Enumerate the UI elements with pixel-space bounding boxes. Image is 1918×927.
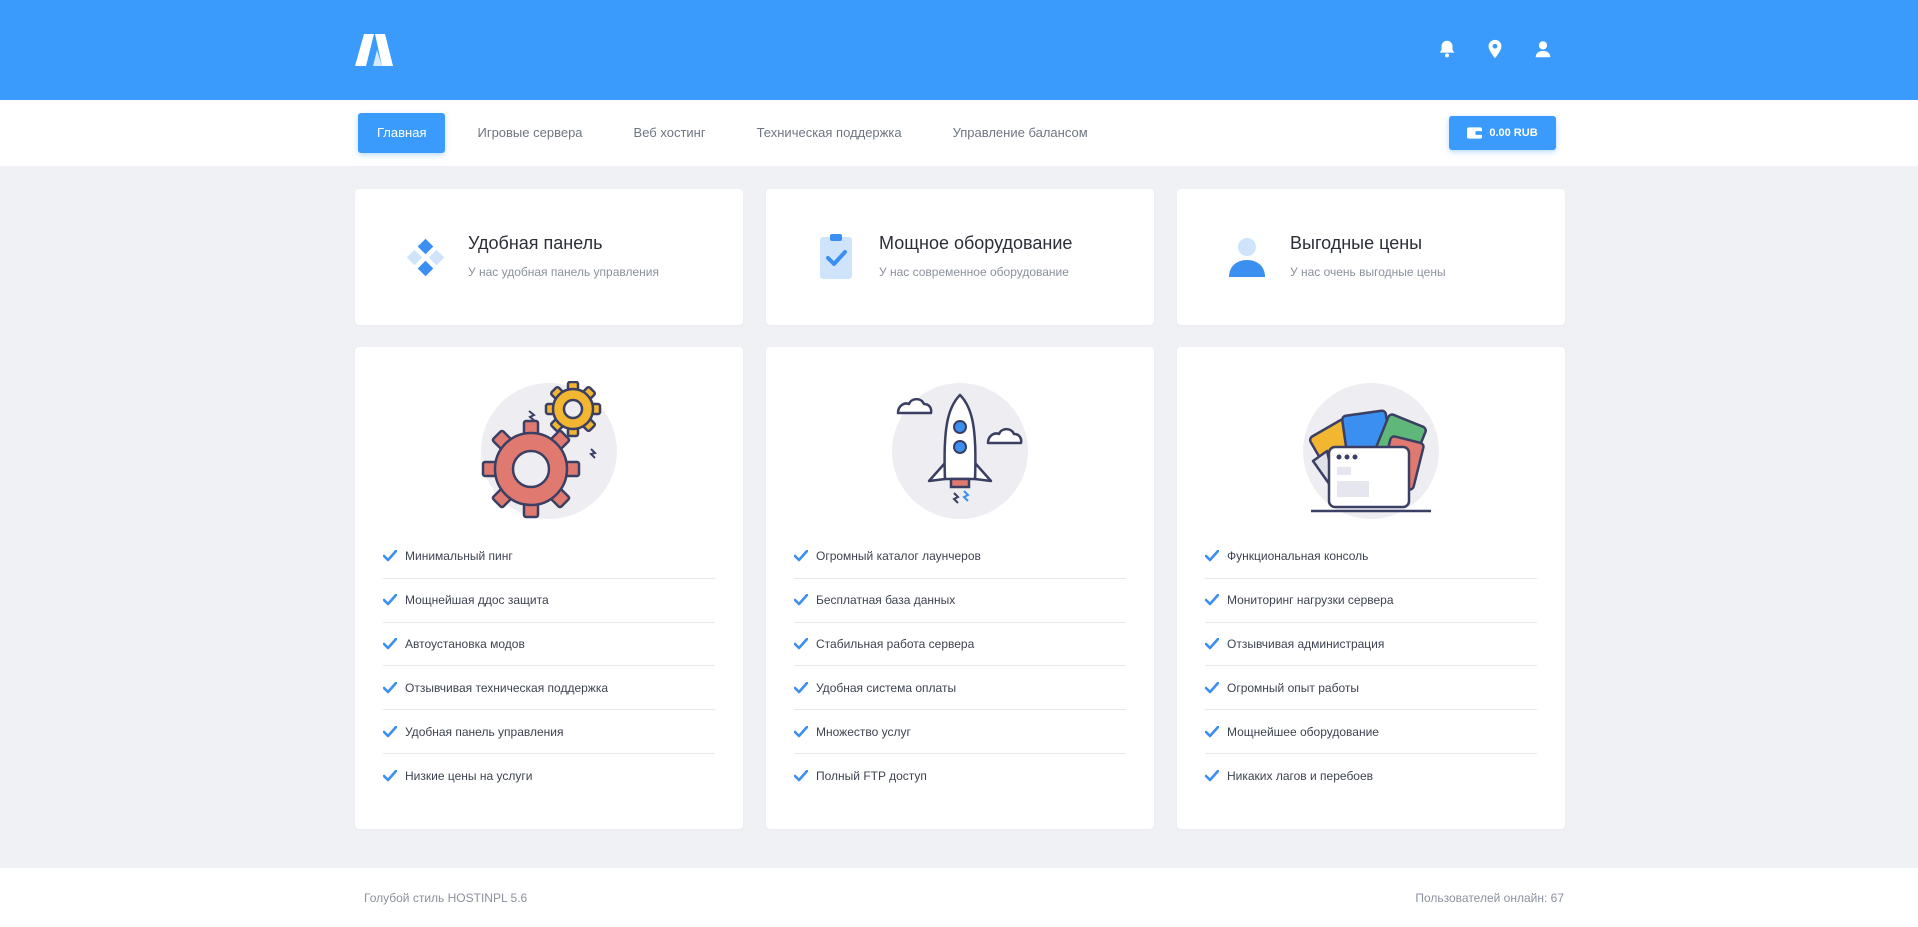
list-item-label: Бесплатная база данных bbox=[816, 593, 956, 608]
feature-list: Минимальный пинг Мощнейшая ддос защита А… bbox=[383, 535, 715, 798]
check-icon bbox=[794, 725, 808, 737]
check-icon bbox=[383, 637, 397, 650]
list-item-label: Низкие цены на услуги bbox=[405, 768, 533, 783]
list-item-label: Полный FTP доступ bbox=[816, 768, 927, 783]
list-item-label: Минимальный пинг bbox=[405, 549, 513, 564]
list-item-label: Множество услуг bbox=[816, 724, 911, 739]
feature-card-hardware: Мощное оборудование У нас современное об… bbox=[766, 189, 1154, 325]
feature-card-prices: Выгодные цены У нас очень выгодные цены bbox=[1177, 189, 1565, 325]
list-item-label: Отзывчивая техническая поддержка bbox=[405, 680, 609, 695]
footer-version: Голубой стиль HOSTINPL 5.6 bbox=[364, 891, 528, 905]
list-item: Удобная система оплаты bbox=[794, 666, 1126, 711]
nav-item-balance[interactable]: Управление балансом bbox=[934, 113, 1107, 153]
balance-amount: 0.00 RUB bbox=[1489, 127, 1538, 139]
plan-card-2: Огромный каталог лаунчеров Бесплатная ба… bbox=[766, 347, 1154, 829]
footer: Голубой стиль HOSTINPL 5.6 Пользователей… bbox=[0, 868, 1918, 927]
list-item-label: Отзывчивая администрация bbox=[1227, 636, 1385, 651]
list-item: Мониторинг нагрузки сервера bbox=[1205, 579, 1537, 623]
feature-subtitle: У нас удобная панель управления bbox=[468, 265, 659, 279]
check-icon bbox=[1205, 594, 1219, 606]
feature-list: Огромный каталог лаунчеров Бесплатная ба… bbox=[794, 535, 1126, 798]
plan-card-3: Функциональная консоль Мониторинг нагруз… bbox=[1177, 347, 1565, 829]
check-icon bbox=[383, 550, 397, 562]
check-icon bbox=[794, 550, 808, 562]
check-icon bbox=[1205, 725, 1219, 737]
list-item: Множество услуг bbox=[794, 710, 1126, 754]
wallet-icon bbox=[1467, 127, 1483, 139]
list-item: Низкие цены на услуги bbox=[383, 754, 715, 798]
nav-item-home[interactable]: Главная bbox=[358, 113, 446, 153]
list-item-label: Автоустановка модов bbox=[405, 636, 525, 651]
list-item-label: Функциональная консоль bbox=[1227, 549, 1369, 564]
list-item-label: Мониторинг нагрузки сервера bbox=[1227, 593, 1394, 608]
feature-title: Мощное оборудование bbox=[879, 233, 1073, 253]
top-header bbox=[0, 0, 1918, 100]
clipboard-check-icon bbox=[820, 234, 852, 279]
nav-item-support[interactable]: Техническая поддержка bbox=[738, 113, 921, 153]
nav-item-web-hosting[interactable]: Веб хостинг bbox=[615, 113, 725, 153]
gears-icon bbox=[481, 381, 617, 519]
feature-subtitle: У нас современное оборудование bbox=[879, 265, 1069, 279]
list-item-label: Огромный опыт работы bbox=[1227, 680, 1359, 695]
user-icon bbox=[1229, 238, 1265, 277]
list-item-label: Мощнейшая ддос защита bbox=[405, 593, 549, 608]
list-item: Никаких лагов и перебоев bbox=[1205, 754, 1537, 798]
list-item-label: Удобная панель управления bbox=[405, 724, 564, 739]
check-icon bbox=[1205, 637, 1219, 650]
list-item: Функциональная консоль bbox=[1205, 535, 1537, 579]
list-item: Удобная панель управления bbox=[383, 710, 715, 754]
bell-icon[interactable] bbox=[1436, 38, 1458, 60]
check-icon bbox=[1205, 550, 1219, 562]
list-item: Огромный каталог лаунчеров bbox=[794, 535, 1126, 579]
list-item: Отзывчивая администрация bbox=[1205, 623, 1537, 667]
list-item: Автоустановка модов bbox=[383, 623, 715, 667]
list-item-label: Мощнейшее оборудование bbox=[1227, 724, 1379, 739]
balance-button[interactable]: 0.00 RUB bbox=[1449, 116, 1556, 150]
feature-list: Функциональная консоль Мониторинг нагруз… bbox=[1205, 535, 1537, 798]
list-item: Бесплатная база данных bbox=[794, 579, 1126, 623]
list-item: Отзывчивая техническая поддержка bbox=[383, 666, 715, 711]
check-icon bbox=[794, 594, 808, 606]
list-item-label: Стабильная работа сервера bbox=[816, 636, 975, 651]
map-pin-icon[interactable] bbox=[1484, 38, 1506, 60]
logo-icon[interactable] bbox=[355, 34, 403, 66]
rocket-icon bbox=[892, 383, 1028, 519]
check-icon bbox=[383, 594, 397, 606]
feature-title: Выгодные цены bbox=[1290, 233, 1423, 253]
check-icon bbox=[383, 725, 397, 737]
list-item: Мощнейшая ддос защита bbox=[383, 579, 715, 623]
list-item: Стабильная работа сервера bbox=[794, 623, 1126, 667]
nav-item-game-servers[interactable]: Игровые сервера bbox=[458, 113, 601, 153]
check-icon bbox=[383, 769, 397, 782]
list-item-label: Удобная система оплаты bbox=[816, 680, 957, 695]
list-item: Минимальный пинг bbox=[383, 535, 715, 579]
user-icon[interactable] bbox=[1532, 38, 1554, 60]
main-nav: Главная Игровые сервера Веб хостинг Техн… bbox=[0, 100, 1918, 166]
check-icon bbox=[794, 637, 808, 650]
list-item: Полный FTP доступ bbox=[794, 754, 1126, 798]
browser-windows-icon bbox=[1303, 383, 1439, 519]
feature-subtitle: У нас очень выгодные цены bbox=[1290, 265, 1446, 279]
plan-card-1: Минимальный пинг Мощнейшая ддос защита А… bbox=[355, 347, 743, 829]
footer-online-users: Пользователей онлайн: 67 bbox=[1415, 891, 1564, 905]
list-item-label: Огромный каталог лаунчеров bbox=[816, 549, 981, 564]
check-icon bbox=[383, 681, 397, 694]
diamond-grid-icon bbox=[406, 238, 445, 277]
check-icon bbox=[1205, 681, 1219, 694]
list-item: Мощнейшее оборудование bbox=[1205, 710, 1537, 754]
list-item: Огромный опыт работы bbox=[1205, 666, 1537, 711]
list-item-label: Никаких лагов и перебоев bbox=[1227, 768, 1374, 783]
check-icon bbox=[794, 681, 808, 694]
check-icon bbox=[794, 769, 808, 782]
feature-card-panel: Удобная панель У нас удобная панель упра… bbox=[355, 189, 743, 325]
check-icon bbox=[1205, 769, 1219, 782]
feature-title: Удобная панель bbox=[468, 233, 603, 253]
